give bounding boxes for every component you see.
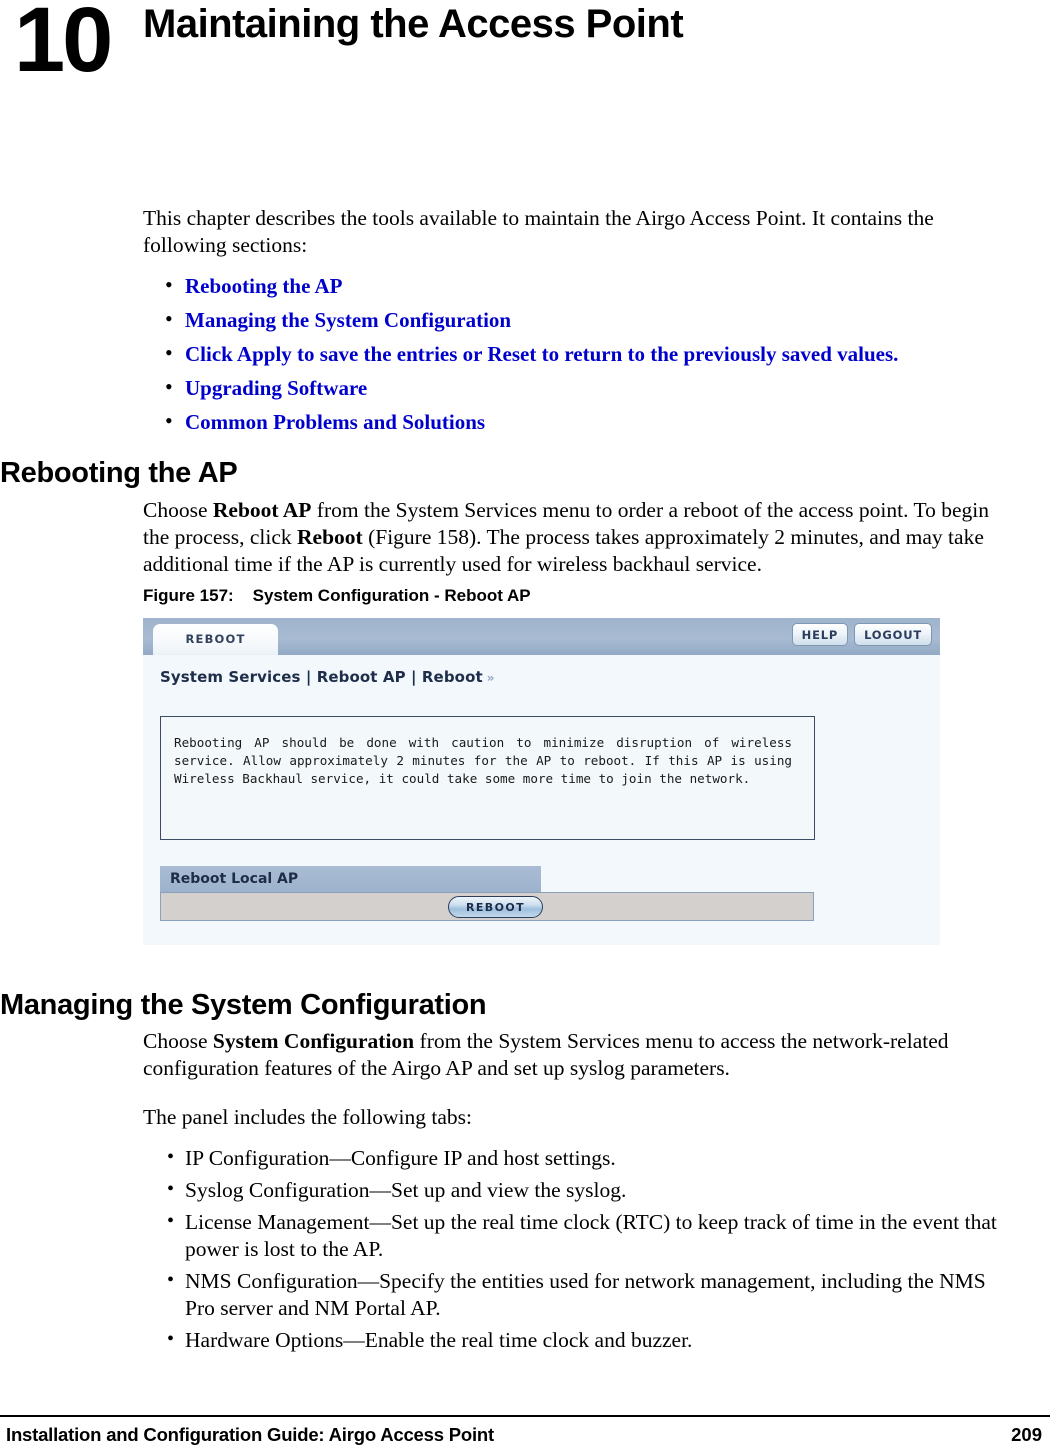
chapter-number: 10: [14, 0, 113, 91]
managing-block: Choose System Configuration from the Sys…: [143, 1028, 1008, 1359]
list-item[interactable]: Managing the System Configuration: [143, 306, 1003, 333]
list-item: Hardware Options—Enable the real time cl…: [143, 1326, 1008, 1354]
text-run: Choose: [143, 1029, 213, 1053]
breadcrumb-text: System Services | Reboot AP | Reboot: [160, 668, 483, 686]
list-item: IP Configuration—Configure IP and host s…: [143, 1144, 1008, 1172]
reboot-action-row: REBOOT: [160, 892, 814, 921]
tab-reboot-label: REBOOT: [185, 632, 246, 646]
list-item: NMS Configuration—Specify the entities u…: [143, 1267, 1008, 1322]
managing-paragraph: Choose System Configuration from the Sys…: [143, 1028, 1008, 1082]
section-heading-managing-the-system-configuration: Managing the System Configuration: [0, 989, 487, 1021]
tab-reboot[interactable]: REBOOT: [153, 624, 278, 655]
section-link-rebooting-the-ap[interactable]: Rebooting the AP: [185, 274, 343, 298]
rebooting-paragraph: Choose Reboot AP from the System Service…: [143, 497, 1008, 578]
text-run-bold: Reboot: [297, 525, 363, 549]
section-link-managing-the-system-configuration[interactable]: Managing the System Configuration: [185, 308, 511, 332]
list-item[interactable]: Rebooting the AP: [143, 272, 1003, 299]
figure-caption-label: Figure 157:: [143, 586, 234, 605]
ui-top-buttons: HELP LOGOUT: [791, 623, 932, 646]
chapter-header: 10 Maintaining the Access Point: [0, 0, 1050, 120]
section-link-common-problems-and-solutions[interactable]: Common Problems and Solutions: [185, 410, 485, 434]
reboot-button[interactable]: REBOOT: [448, 896, 543, 918]
logout-button[interactable]: LOGOUT: [854, 623, 932, 646]
intro-paragraph: This chapter describes the tools availab…: [143, 206, 934, 257]
footer-title: Installation and Configuration Guide: Ai…: [6, 1424, 494, 1445]
list-item: Syslog Configuration—Set up and view the…: [143, 1176, 1008, 1204]
footer-page-number: 209: [1011, 1424, 1042, 1445]
tabs-intro-paragraph: The panel includes the following tabs:: [143, 1105, 472, 1129]
breadcrumb: System Services | Reboot AP | Reboot»: [160, 668, 494, 686]
section-link-list: Rebooting the AP Managing the System Con…: [143, 272, 1003, 435]
tabs-list: IP Configuration—Configure IP and host s…: [143, 1144, 1008, 1354]
list-item[interactable]: Click Apply to save the entries or Reset…: [143, 340, 1003, 367]
figure-caption: Figure 157: System Configuration - Reboo…: [143, 586, 531, 606]
ui-top-bar: REBOOT HELP LOGOUT: [143, 618, 940, 655]
text-run: Choose: [143, 498, 213, 522]
rebooting-paragraph-wrap: Choose Reboot AP from the System Service…: [143, 497, 1008, 592]
section-bar-reboot-local-ap: Reboot Local AP: [160, 866, 541, 892]
list-item: License Management—Set up the real time …: [143, 1208, 1008, 1263]
figure-caption-text: System Configuration - Reboot AP: [252, 586, 531, 605]
list-item[interactable]: Upgrading Software: [143, 374, 1003, 401]
reboot-warning-text: Rebooting AP should be done with caution…: [174, 735, 792, 786]
section-heading-rebooting-the-ap: Rebooting the AP: [0, 457, 238, 489]
reboot-warning-box: Rebooting AP should be done with caution…: [160, 716, 815, 840]
chevron-right-icon: »: [486, 671, 495, 685]
section-link-upgrading-software[interactable]: Upgrading Software: [185, 376, 367, 400]
help-button[interactable]: HELP: [791, 623, 849, 646]
intro-block: This chapter describes the tools availab…: [143, 205, 1003, 443]
text-run-bold: Reboot AP: [212, 498, 312, 522]
section-link-click-apply[interactable]: Click Apply to save the entries or Reset…: [185, 342, 898, 366]
chapter-title: Maintaining the Access Point: [143, 2, 684, 46]
embedded-screenshot-reboot-panel: REBOOT HELP LOGOUT System Services | Reb…: [143, 618, 940, 945]
text-run-bold: System Configuration: [212, 1029, 415, 1053]
list-item[interactable]: Common Problems and Solutions: [143, 408, 1003, 435]
section-bar-label: Reboot Local AP: [170, 871, 299, 887]
footer-divider: [0, 1415, 1050, 1417]
